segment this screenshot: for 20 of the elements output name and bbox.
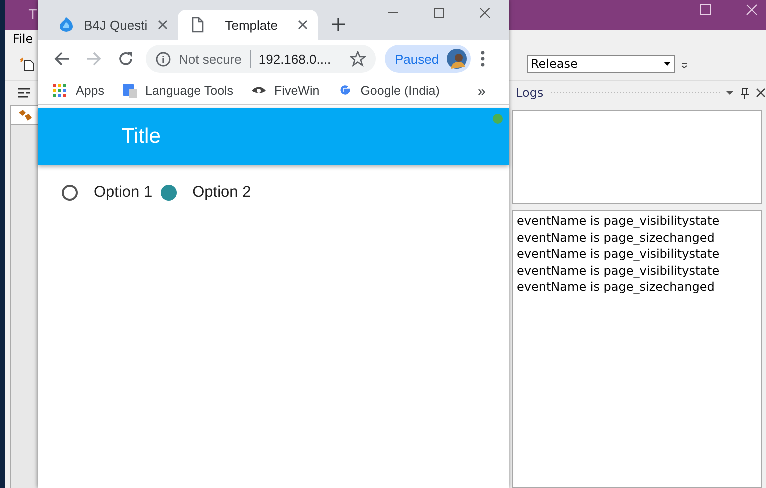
- window-title: T: [29, 8, 37, 22]
- panel-title: Logs: [516, 86, 544, 100]
- radio-option[interactable]: Option 2: [160, 184, 252, 202]
- log-line: eventName is page_sizechanged: [517, 279, 716, 296]
- address-bar[interactable]: Not secure 192.168.0....: [146, 45, 376, 73]
- bookmark[interactable]: Apps: [52, 83, 104, 99]
- log-line: eventName is page_visibilitystate: [517, 213, 721, 230]
- menu-item[interactable]: File: [9, 32, 38, 46]
- configuration-dropdown[interactable]: Release: [527, 55, 675, 73]
- bookmarks-overflow[interactable]: »: [478, 83, 486, 99]
- page-title: Title: [122, 124, 161, 148]
- log-line: eventName is page_sizechanged: [517, 230, 716, 246]
- log-line: eventName is page_visibilitystate: [517, 246, 721, 262]
- browser-tab[interactable]: B4J Questi: [46, 10, 178, 40]
- bookmark[interactable]: FiveWin: [250, 83, 320, 99]
- log-line: eventName is page_visibilitystate: [517, 262, 721, 279]
- bookmark[interactable]: Google (India): [336, 83, 440, 99]
- radio-option[interactable]: Option 1: [62, 184, 153, 202]
- bookmark[interactable]: Language Tools: [122, 83, 234, 99]
- browser-tab[interactable]: Template: [178, 10, 318, 40]
